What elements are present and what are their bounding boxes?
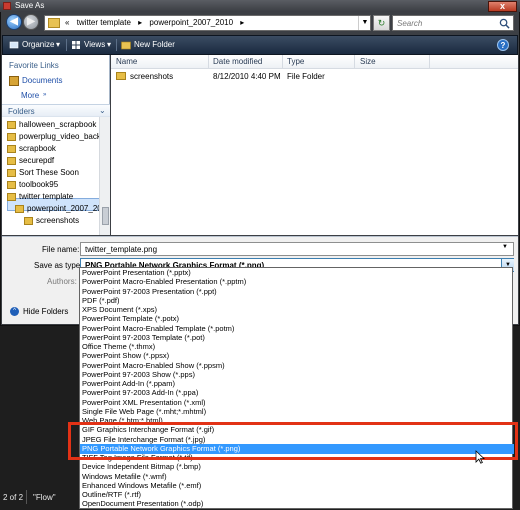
cursor-icon bbox=[475, 450, 485, 464]
folder-icon bbox=[7, 145, 16, 153]
column-divider[interactable] bbox=[208, 55, 209, 69]
folders-label: Folders bbox=[8, 107, 35, 116]
folder-icon bbox=[48, 18, 60, 28]
tree-item-label: toolbook95 bbox=[19, 180, 59, 189]
views-chevron-icon: ▾ bbox=[107, 40, 112, 49]
tree-item-label: screenshots bbox=[36, 216, 80, 225]
navigation-pane: Favorite Links Documents More » Folders … bbox=[2, 55, 110, 235]
file-name: screenshots bbox=[130, 72, 174, 81]
tree-scrollbar[interactable] bbox=[99, 117, 110, 235]
slide-count: 2 of 2 bbox=[3, 493, 24, 502]
file-row[interactable]: screenshots 8/12/2010 4:40 PM File Folde… bbox=[111, 70, 518, 83]
authors-label: Authors: bbox=[47, 277, 77, 286]
hide-folders-label: Hide Folders bbox=[23, 307, 69, 316]
organize-button[interactable]: Organize bbox=[22, 40, 54, 49]
breadcrumb-overflow[interactable]: « bbox=[65, 18, 69, 27]
forward-button[interactable]: ▶ bbox=[23, 14, 39, 30]
folder-icon bbox=[116, 72, 126, 80]
folder-icon bbox=[7, 169, 16, 177]
refresh-button[interactable]: ↻ bbox=[373, 15, 390, 31]
column-header: Name Date modified Type Size bbox=[111, 55, 518, 69]
theme-name: "Flow" bbox=[33, 493, 56, 502]
tree-item-label: halloween_scrapbook bbox=[19, 120, 97, 129]
file-name-label: File name: bbox=[42, 245, 80, 254]
folder-open-icon bbox=[15, 205, 24, 213]
column-name[interactable]: Name bbox=[116, 57, 137, 66]
chevron-down-icon[interactable]: ▼ bbox=[502, 244, 508, 250]
views-button[interactable]: Views bbox=[84, 40, 105, 49]
close-button[interactable]: x bbox=[488, 1, 517, 12]
address-bar[interactable]: « twitter template ▸ powerpoint_2007_201… bbox=[44, 15, 371, 31]
tree-item-label: twitter template bbox=[19, 192, 74, 201]
folder-icon bbox=[7, 121, 16, 129]
hide-folders-button[interactable]: ^ Hide Folders bbox=[10, 306, 70, 318]
column-type[interactable]: Type bbox=[287, 57, 304, 66]
back-button[interactable]: ◀ bbox=[6, 14, 22, 30]
file-type-option[interactable]: OpenDocument Presentation (*.odp) bbox=[80, 499, 514, 509]
file-name-input[interactable]: twitter_template.png ▼ bbox=[80, 242, 514, 256]
organize-icon bbox=[9, 41, 19, 49]
search-input[interactable]: Search bbox=[392, 15, 514, 31]
chevron-down-icon[interactable]: ⌄ bbox=[99, 106, 106, 115]
file-list: Name Date modified Type Size screenshots… bbox=[111, 55, 518, 235]
organize-chevron-icon: ▾ bbox=[56, 40, 61, 49]
breadcrumb-separator[interactable]: ▸ bbox=[240, 18, 244, 27]
breadcrumb-separator[interactable]: ▸ bbox=[138, 18, 142, 27]
views-icon bbox=[72, 41, 80, 49]
window-title: Save As bbox=[15, 1, 45, 10]
toolbar-divider bbox=[66, 39, 67, 51]
powerpoint-icon bbox=[3, 2, 11, 10]
file-type: File Folder bbox=[287, 72, 325, 81]
favorite-links-heading: Favorite Links bbox=[9, 61, 59, 70]
highlight-box bbox=[68, 422, 518, 460]
status-divider bbox=[26, 490, 27, 504]
more-links-button[interactable]: More bbox=[21, 91, 39, 100]
tree-item-label: powerplug_video_backg bbox=[19, 132, 100, 141]
collapse-icon: ^ bbox=[10, 307, 19, 316]
folder-icon bbox=[7, 181, 16, 189]
toolbar-divider bbox=[116, 39, 117, 51]
favorite-link-documents[interactable]: Documents bbox=[8, 75, 108, 88]
scrollbar-thumb[interactable] bbox=[102, 207, 109, 225]
column-divider[interactable] bbox=[282, 55, 283, 69]
save-as-type-label: Save as type: bbox=[34, 261, 83, 270]
help-icon[interactable]: ? bbox=[497, 39, 509, 51]
tree-item-label: Sort These Soon bbox=[19, 168, 79, 177]
folder-open-icon bbox=[7, 193, 16, 201]
column-divider[interactable] bbox=[429, 55, 430, 69]
toolbar: Organize ▾ Views ▾ New Folder ? bbox=[2, 35, 518, 55]
folder-icon bbox=[7, 157, 16, 165]
file-type-dropdown: PowerPoint Presentation (*.pptx) PowerPoi… bbox=[79, 267, 514, 509]
title-bar[interactable]: Save As x bbox=[0, 0, 520, 12]
new-folder-icon bbox=[121, 41, 131, 50]
search-icon[interactable] bbox=[499, 18, 510, 29]
address-dropdown-icon[interactable]: ▼ bbox=[358, 16, 371, 30]
column-size[interactable]: Size bbox=[360, 57, 376, 66]
column-date-modified[interactable]: Date modified bbox=[213, 57, 262, 66]
file-date: 8/12/2010 4:40 PM bbox=[213, 72, 281, 81]
folder-icon bbox=[24, 217, 33, 225]
breadcrumb-powerpoint-folder[interactable]: powerpoint_2007_2010 bbox=[149, 18, 233, 27]
breadcrumb[interactable]: « twitter template ▸ powerpoint_2007_201… bbox=[65, 18, 249, 27]
chevron-right-icon: » bbox=[43, 92, 47, 98]
documents-icon bbox=[9, 76, 19, 86]
folder-tree: halloween_scrapbook powerplug_video_back… bbox=[7, 119, 100, 235]
tree-item-label: powerpoint_2007_2010 bbox=[27, 204, 100, 213]
folders-header[interactable]: Folders ⌄ bbox=[2, 104, 110, 117]
search-placeholder: Search bbox=[397, 19, 423, 28]
documents-label: Documents bbox=[22, 76, 63, 85]
breadcrumb-twitter-template[interactable]: twitter template bbox=[77, 18, 131, 27]
tree-item-label: securepdf bbox=[19, 156, 55, 165]
folder-icon bbox=[7, 133, 16, 141]
column-divider[interactable] bbox=[354, 55, 355, 69]
file-name-value: twitter_template.png bbox=[85, 245, 158, 254]
new-folder-button[interactable]: New Folder bbox=[134, 40, 175, 49]
tree-item-label: scrapbook bbox=[19, 144, 56, 153]
